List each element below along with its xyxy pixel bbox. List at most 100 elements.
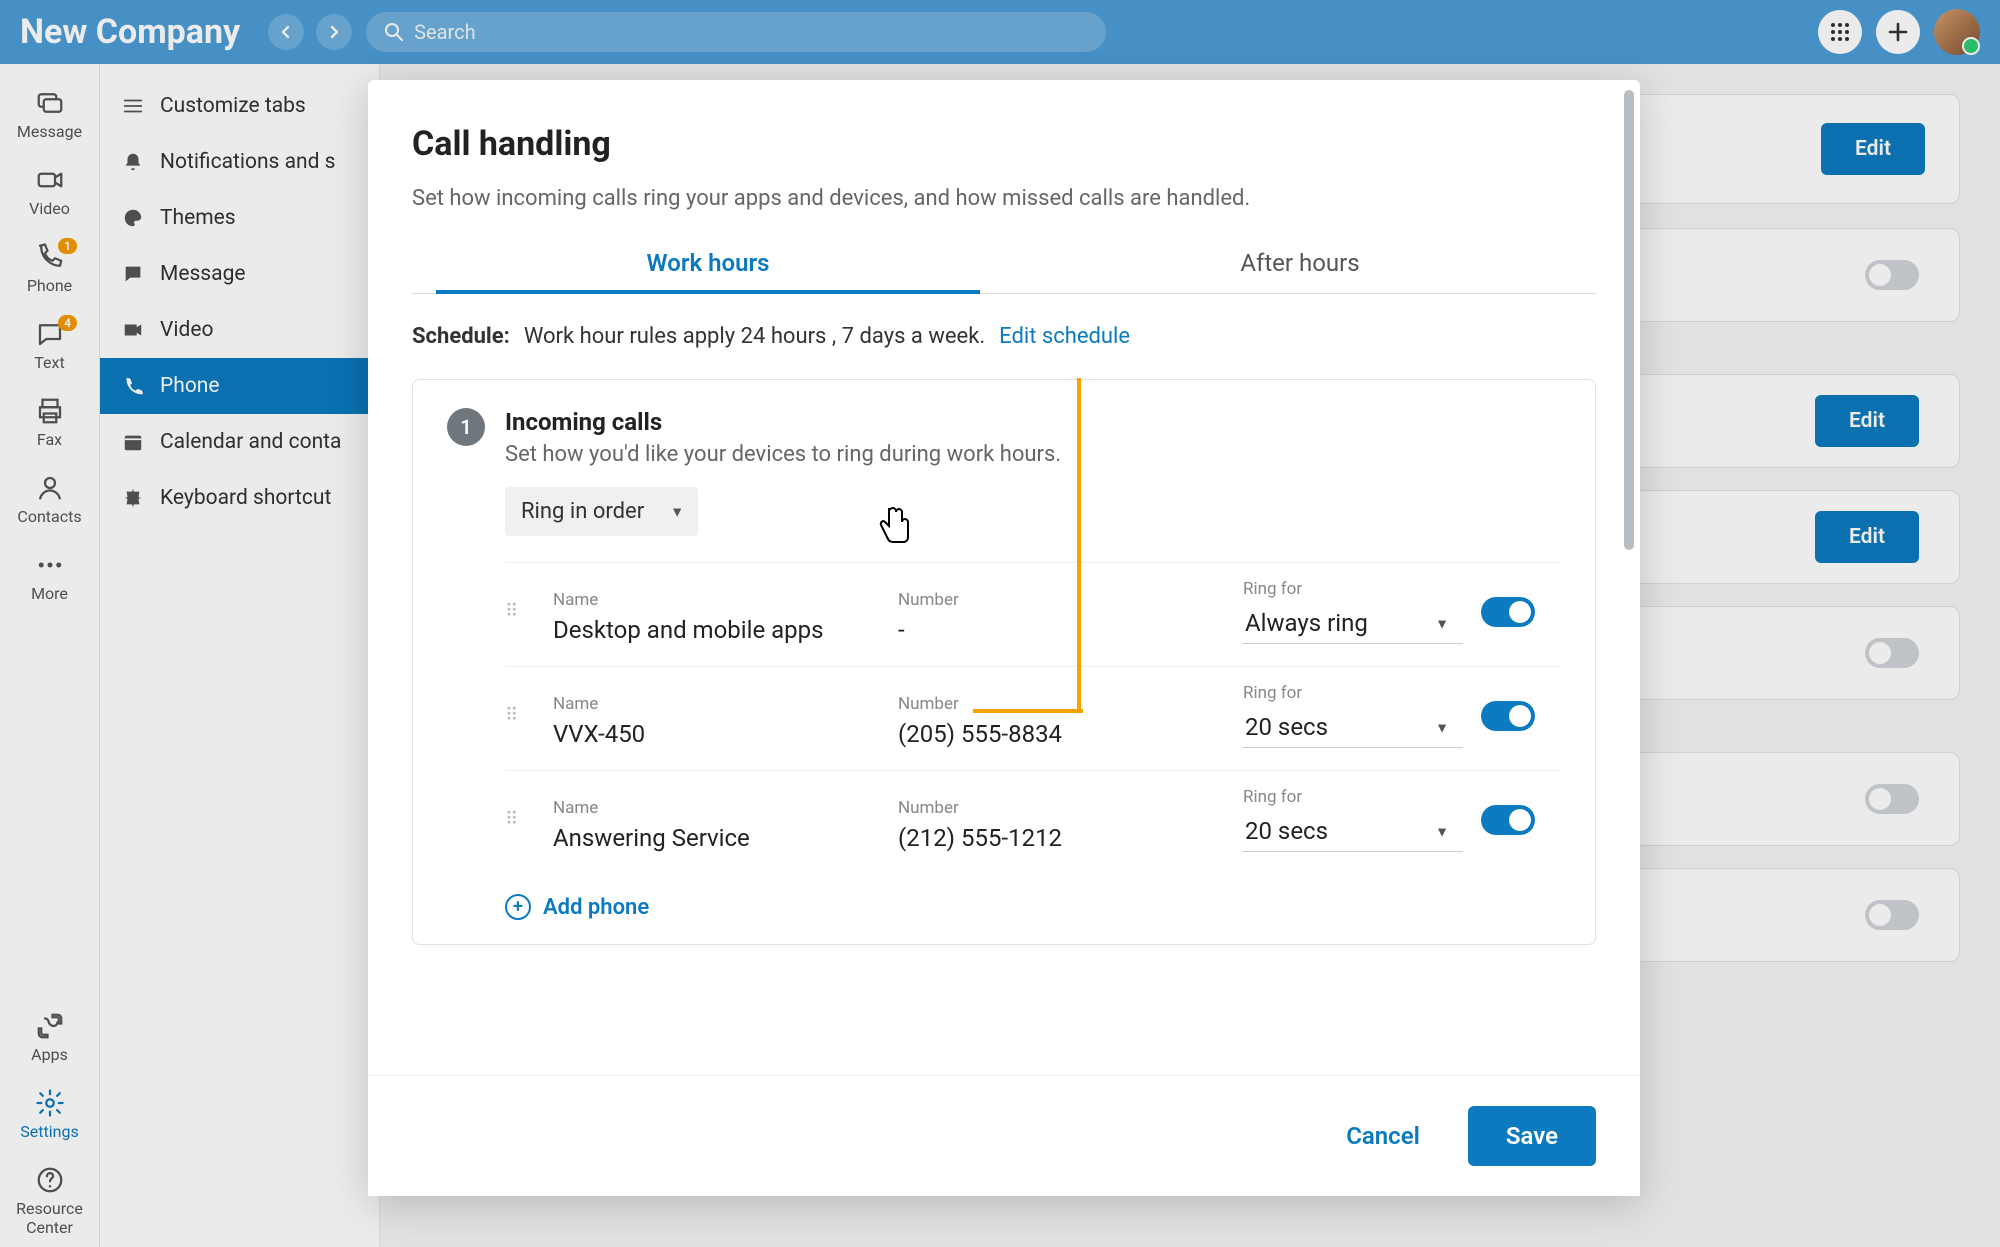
drag-handle-icon[interactable]: ⠿ xyxy=(505,815,535,825)
toggle-1[interactable] xyxy=(1865,260,1919,290)
device-toggle[interactable] xyxy=(1481,597,1535,627)
video-icon xyxy=(35,165,65,195)
save-button[interactable]: Save xyxy=(1468,1106,1596,1166)
new-button[interactable] xyxy=(1876,10,1920,54)
step-title: Incoming calls xyxy=(505,408,1061,436)
rail-more[interactable]: More xyxy=(0,540,99,613)
sidebar-themes[interactable]: Themes xyxy=(100,190,379,246)
modal-title: Call handling xyxy=(412,124,1596,164)
chevron-right-icon xyxy=(326,24,342,40)
cancel-button[interactable]: Cancel xyxy=(1328,1106,1438,1166)
contacts-icon xyxy=(35,473,65,503)
message-icon xyxy=(35,88,65,118)
text-badge: 4 xyxy=(58,315,77,331)
device-name: VVX-450 xyxy=(553,720,880,748)
dialpad-button[interactable] xyxy=(1818,10,1862,54)
nav-arrows xyxy=(268,14,352,50)
settings-icon xyxy=(35,1088,65,1118)
add-phone-button[interactable]: + Add phone xyxy=(505,894,1561,920)
device-toggle[interactable] xyxy=(1481,805,1535,835)
chevron-down-icon: ▼ xyxy=(1435,824,1449,841)
edit-button-2[interactable]: Edit xyxy=(1815,395,1919,447)
toggle-4[interactable] xyxy=(1865,900,1919,930)
message-settings-icon xyxy=(122,263,144,285)
sliders-icon xyxy=(122,95,144,117)
col-name-header: Name xyxy=(553,590,880,610)
rail-text[interactable]: 4 Text xyxy=(0,309,99,382)
chevron-down-icon: ▼ xyxy=(1435,616,1449,633)
modal-tabs: Work hours After hours xyxy=(412,233,1596,294)
phone-badge: 1 xyxy=(58,238,77,254)
rail-apps[interactable]: Apps xyxy=(0,1001,99,1074)
settings-sidebar: Customize tabs Notifications and s Theme… xyxy=(100,64,380,1247)
keyboard-icon xyxy=(122,487,144,509)
ring-for-select[interactable]: Always ring ▼ xyxy=(1243,605,1463,644)
rail-phone[interactable]: 1 Phone xyxy=(0,232,99,305)
chevron-down-icon: ▼ xyxy=(670,503,684,520)
sidebar-notifications[interactable]: Notifications and s xyxy=(100,134,379,190)
chevron-down-icon: ▼ xyxy=(1435,720,1449,737)
help-icon xyxy=(35,1165,65,1195)
edit-button-3[interactable]: Edit xyxy=(1815,511,1919,563)
rail-message[interactable]: Message xyxy=(0,78,99,151)
rail-resource-center[interactable]: Resource Center xyxy=(0,1155,99,1247)
palette-icon xyxy=(122,207,144,229)
modal-subtitle: Set how incoming calls ring your apps an… xyxy=(412,186,1596,211)
sidebar-customize-tabs[interactable]: Customize tabs xyxy=(100,78,379,134)
topbar-right xyxy=(1818,9,1980,55)
modal-scrollbar[interactable] xyxy=(1624,90,1634,550)
top-bar: New Company xyxy=(0,0,2000,64)
modal-footer: Cancel Save xyxy=(368,1075,1640,1196)
ring-for-select[interactable]: 20 secs ▼ xyxy=(1243,813,1463,852)
ring-for-select[interactable]: 20 secs ▼ xyxy=(1243,709,1463,748)
tab-after-hours[interactable]: After hours xyxy=(1004,233,1596,293)
device-name: Answering Service xyxy=(553,824,880,852)
drag-handle-icon[interactable]: ⠿ xyxy=(505,711,535,721)
chevron-left-icon xyxy=(278,24,294,40)
device-table: ⠿ Name Desktop and mobile apps Number - … xyxy=(505,562,1561,874)
phone-settings-icon xyxy=(122,375,144,397)
toggle-2[interactable] xyxy=(1865,638,1919,668)
nav-back-button[interactable] xyxy=(268,14,304,50)
rail-video[interactable]: Video xyxy=(0,155,99,228)
more-icon xyxy=(35,550,65,580)
incoming-calls-card: 1 Incoming calls Set how you'd like your… xyxy=(412,379,1596,945)
rail-settings[interactable]: Settings xyxy=(0,1078,99,1151)
sidebar-video[interactable]: Video xyxy=(100,302,379,358)
device-number: - xyxy=(898,616,1225,644)
plus-icon xyxy=(1887,21,1909,43)
device-name: Desktop and mobile apps xyxy=(553,616,880,644)
sidebar-calendar[interactable]: Calendar and conta xyxy=(100,414,379,470)
step-description: Set how you'd like your devices to ring … xyxy=(505,442,1061,467)
sidebar-message[interactable]: Message xyxy=(100,246,379,302)
rail-fax[interactable]: Fax xyxy=(0,386,99,459)
drag-handle-icon[interactable]: ⠿ xyxy=(505,607,535,617)
device-number: (212) 555-1212 xyxy=(898,824,1225,852)
edit-schedule-link[interactable]: Edit schedule xyxy=(999,324,1130,349)
toggle-3[interactable] xyxy=(1865,784,1919,814)
schedule-row: Schedule: Work hour rules apply 24 hours… xyxy=(412,324,1596,349)
col-ringfor-header: Ring for xyxy=(1243,579,1463,599)
left-rail: Message Video 1 Phone 4 Text Fax Contact… xyxy=(0,64,100,1247)
video-settings-icon xyxy=(122,319,144,341)
nav-forward-button[interactable] xyxy=(316,14,352,50)
edit-button-1[interactable]: Edit xyxy=(1821,123,1925,175)
step-number: 1 xyxy=(447,408,485,446)
sidebar-phone[interactable]: Phone xyxy=(100,358,379,414)
device-row: ⠿ Name VVX-450 Number (205) 555-8834 Rin… xyxy=(505,666,1561,770)
tab-work-hours[interactable]: Work hours xyxy=(412,233,1004,293)
call-handling-modal: Call handling Set how incoming calls rin… xyxy=(368,80,1640,1196)
search-icon xyxy=(384,22,404,42)
device-row: ⠿ Name Answering Service Number (212) 55… xyxy=(505,770,1561,874)
schedule-label: Schedule: xyxy=(412,324,510,349)
sidebar-keyboard[interactable]: Keyboard shortcut xyxy=(100,470,379,526)
search-field[interactable] xyxy=(366,12,1106,52)
schedule-text: Work hour rules apply 24 hours , 7 days … xyxy=(524,324,985,349)
bell-icon xyxy=(122,151,144,173)
device-toggle[interactable] xyxy=(1481,701,1535,731)
ring-mode-select[interactable]: Ring in order ▼ xyxy=(505,487,698,536)
search-input[interactable] xyxy=(414,20,1088,44)
user-avatar[interactable] xyxy=(1934,9,1980,55)
cursor-pointer-icon xyxy=(873,502,917,558)
rail-contacts[interactable]: Contacts xyxy=(0,463,99,536)
